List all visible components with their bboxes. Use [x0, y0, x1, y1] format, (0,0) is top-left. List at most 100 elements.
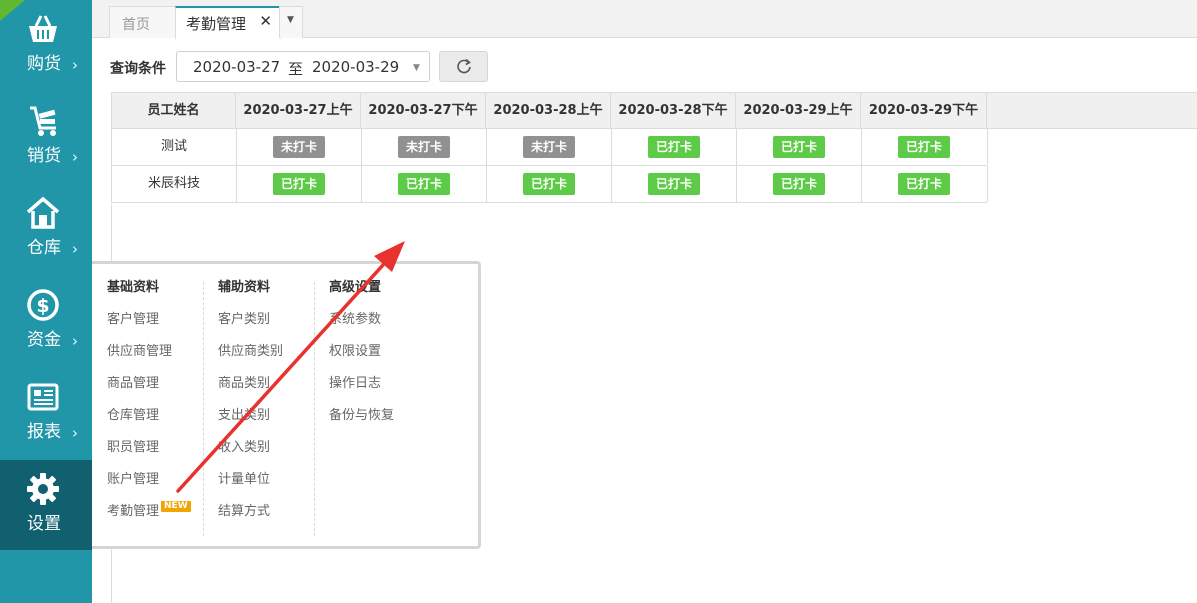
sidebar-item-warehouse[interactable]: 仓库 ›: [0, 184, 92, 274]
table-header: 员工姓名 2020-03-27上午 2020-03-27下午 2020-03-2…: [111, 92, 1197, 129]
employee-name: 测试: [112, 129, 237, 165]
status-badge: 已打卡: [898, 173, 950, 195]
attendance-table: 员工姓名 2020-03-27上午 2020-03-27下午 2020-03-2…: [111, 92, 1197, 204]
date-separator: 至: [288, 60, 304, 78]
sidebar-item-funds[interactable]: $ 资金 ›: [0, 276, 92, 366]
sidebar-item-reports[interactable]: 报表 ›: [0, 368, 92, 458]
status-badge: 已打卡: [523, 173, 575, 195]
table-cell: 未打卡: [237, 129, 362, 165]
chevron-right-icon: ›: [72, 424, 78, 442]
table-cell: 未打卡: [487, 129, 612, 165]
menu-item-operation-log[interactable]: 操作日志: [329, 374, 394, 406]
tab-attendance[interactable]: 考勤管理 ✕: [175, 6, 281, 39]
sidebar-item-label: 销货: [27, 146, 61, 166]
refresh-button[interactable]: [439, 51, 488, 82]
start-date: 2020-03-27: [193, 58, 281, 76]
menu-divider: [314, 282, 315, 536]
table-row: 米辰科技 已打卡 已打卡 已打卡 已打卡 已打卡 已打卡: [111, 166, 988, 203]
close-icon[interactable]: ✕: [259, 12, 272, 30]
chevron-right-icon: ›: [72, 56, 78, 74]
menu-item-products[interactable]: 商品管理: [107, 374, 191, 406]
sidebar-item-settings[interactable]: 设置: [0, 460, 92, 550]
date-range-picker[interactable]: 2020-03-27 至 2020-03-29 ▼: [176, 51, 430, 82]
table-cell: 已打卡: [737, 166, 862, 202]
tab-menu-button[interactable]: ▼: [279, 6, 303, 38]
menu-item-warehouses[interactable]: 仓库管理: [107, 406, 191, 438]
sidebar-item-label: 仓库: [27, 238, 61, 258]
menu-item-system-params[interactable]: 系统参数: [329, 310, 394, 342]
column-header: 员工姓名: [111, 93, 236, 128]
settings-flyout-menu: 基础资料 客户管理 供应商管理 商品管理 仓库管理 职员管理 账户管理 考勤管理…: [92, 261, 481, 549]
status-badge: 已打卡: [898, 136, 950, 158]
basket-icon: [29, 15, 57, 42]
status-badge: 未打卡: [273, 136, 325, 158]
sidebar-item-label: 报表: [27, 422, 61, 442]
tab-bar: 首页 考勤管理 ✕ ▼: [92, 0, 1197, 39]
tab-home-label: 首页: [122, 17, 150, 33]
table-cell: 已打卡: [237, 166, 362, 202]
tab-attendance-label: 考勤管理: [186, 15, 247, 33]
sidebar-item-label: 资金: [27, 330, 61, 350]
svg-text:$: $: [36, 295, 49, 317]
menu-item-customers[interactable]: 客户管理: [107, 310, 191, 342]
sidebar-item-label: 设置: [27, 514, 61, 534]
menu-item-attendance[interactable]: 考勤管理 NEW: [107, 501, 191, 534]
status-badge: 已打卡: [773, 173, 825, 195]
app-window: 购货 › 销货 › 仓库 › $ 资金 › 报表 › 设置 首页 考勤管理 ✕ …: [0, 0, 1197, 603]
table-cell: 已打卡: [737, 129, 862, 165]
table-cell: 已打卡: [612, 166, 737, 202]
chevron-down-icon: ▼: [413, 63, 420, 73]
column-header: 2020-03-28下午: [611, 93, 736, 128]
column-header: 2020-03-27下午: [361, 93, 486, 128]
menu-item-customer-types[interactable]: 客户类别: [218, 310, 283, 342]
menu-item-accounts[interactable]: 账户管理: [107, 470, 191, 502]
column-header: 2020-03-27上午: [236, 93, 361, 128]
cart-icon: [30, 106, 56, 136]
menu-column-title: 基础资料: [107, 280, 160, 295]
status-badge: 已打卡: [648, 136, 700, 158]
sidebar-item-sales[interactable]: 销货 ›: [0, 92, 92, 182]
end-date: 2020-03-29: [312, 58, 400, 76]
chevron-right-icon: ›: [72, 148, 78, 166]
column-header: 2020-03-28上午: [486, 93, 611, 128]
menu-item-staff[interactable]: 职员管理: [107, 438, 191, 470]
table-cell: 已打卡: [362, 166, 487, 202]
menu-item-product-types[interactable]: 商品类别: [218, 374, 283, 406]
sidebar-item-purchase[interactable]: 购货 ›: [0, 0, 92, 90]
status-badge: 已打卡: [773, 136, 825, 158]
gear-icon: [27, 473, 59, 505]
menu-item-supplier-types[interactable]: 供应商类别: [218, 342, 283, 374]
menu-divider: [203, 282, 204, 536]
menu-item-units[interactable]: 计量单位: [218, 470, 283, 502]
table-cell: 已打卡: [862, 129, 988, 165]
chevron-down-icon: ▼: [287, 15, 294, 25]
status-badge: 已打卡: [648, 173, 700, 195]
menu-column-title: 高级设置: [329, 280, 382, 295]
query-label: 查询条件: [110, 61, 166, 77]
employee-name: 米辰科技: [112, 166, 237, 202]
table-cell: 已打卡: [612, 129, 737, 165]
tab-home[interactable]: 首页: [109, 6, 177, 38]
menu-column-title: 辅助资料: [218, 280, 271, 295]
table-cell: 未打卡: [362, 129, 487, 165]
table-row: 测试 未打卡 未打卡 未打卡 已打卡 已打卡 已打卡: [111, 129, 988, 166]
menu-column-basic: 基础资料 客户管理 供应商管理 商品管理 仓库管理 职员管理 账户管理 考勤管理…: [107, 278, 191, 534]
sidebar-item-label: 购货: [27, 54, 61, 74]
new-badge: NEW: [161, 501, 191, 512]
menu-item-expense-types[interactable]: 支出类别: [218, 406, 283, 438]
status-badge: 未打卡: [523, 136, 575, 158]
menu-item-suppliers[interactable]: 供应商管理: [107, 342, 191, 374]
refresh-icon: [457, 58, 471, 74]
menu-item-settlement[interactable]: 结算方式: [218, 502, 283, 534]
status-badge: 已打卡: [273, 173, 325, 195]
menu-column-advanced: 高级设置 系统参数 权限设置 操作日志 备份与恢复: [329, 278, 394, 438]
menu-item-backup[interactable]: 备份与恢复: [329, 406, 394, 438]
menu-item-income-types[interactable]: 收入类别: [218, 438, 283, 470]
report-icon: [27, 383, 59, 411]
dollar-icon: $: [27, 289, 59, 321]
chevron-right-icon: ›: [72, 240, 78, 258]
menu-item-attendance-label: 考勤管理: [107, 504, 160, 519]
menu-item-permissions[interactable]: 权限设置: [329, 342, 394, 374]
table-cell: 已打卡: [862, 166, 988, 202]
table-cell: 已打卡: [487, 166, 612, 202]
